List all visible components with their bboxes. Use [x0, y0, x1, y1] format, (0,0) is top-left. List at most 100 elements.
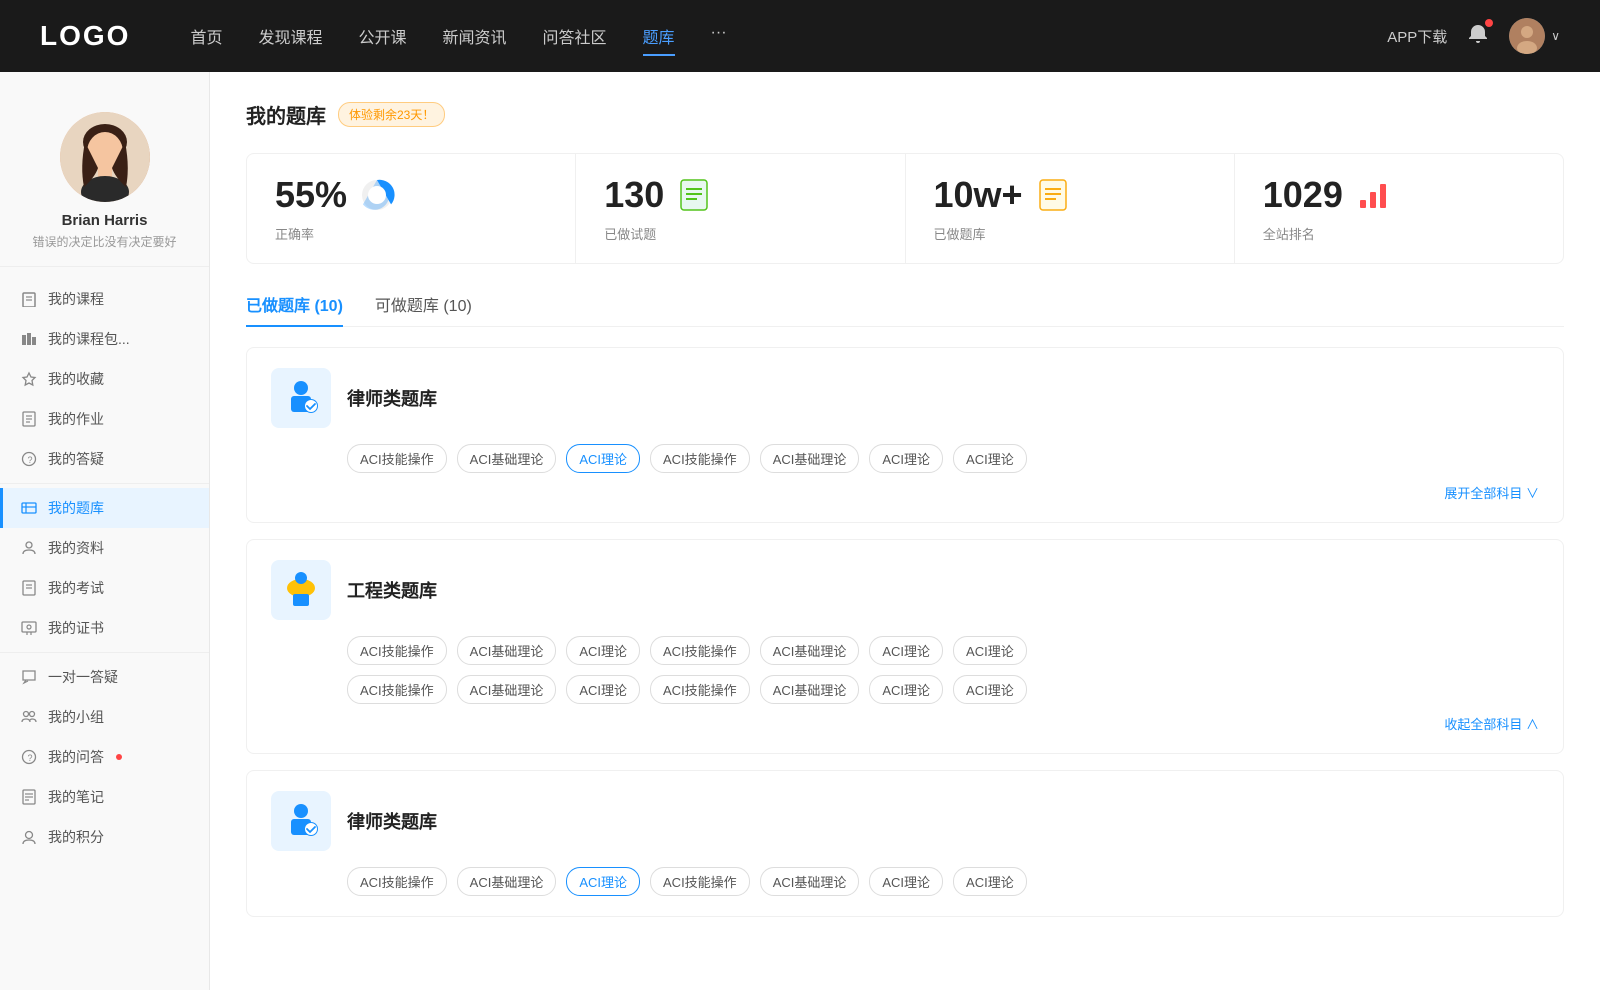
- stat-accuracy-label: 正确率: [275, 224, 547, 243]
- sidebar-item-my-course-package[interactable]: 我的课程包...: [0, 319, 209, 359]
- stat-questions-label: 已做试题: [604, 224, 876, 243]
- bank-tag[interactable]: ACI技能操作: [347, 867, 447, 896]
- qa-icon: ?: [20, 748, 38, 766]
- sidebar-item-my-exam[interactable]: 我的考试: [0, 568, 209, 608]
- notification-bell-icon[interactable]: [1467, 23, 1489, 49]
- bank-tag[interactable]: ACI基础理论: [457, 675, 557, 704]
- sidebar-item-one-on-one[interactable]: 一对一答疑: [0, 657, 209, 697]
- bank-card-lawyer-1: 律师类题库 ACI技能操作 ACI基础理论 ACI理论 ACI技能操作 ACI基…: [246, 347, 1564, 523]
- bank-tag[interactable]: ACI技能操作: [347, 444, 447, 473]
- bank-tag-active[interactable]: ACI理论: [566, 444, 640, 473]
- bank-tag[interactable]: ACI理论: [953, 444, 1027, 473]
- nav-discover[interactable]: 发现课程: [258, 20, 322, 52]
- collapse-button[interactable]: 收起全部科目 ∧: [271, 714, 1539, 733]
- sidebar-label: 我的证书: [48, 618, 104, 638]
- sidebar-label: 我的笔记: [48, 787, 104, 807]
- bank-tag[interactable]: ACI理论: [953, 675, 1027, 704]
- sidebar-item-my-qa[interactable]: ? 我的问答: [0, 737, 209, 777]
- sidebar-label: 我的答疑: [48, 449, 104, 469]
- svg-text:?: ?: [28, 753, 33, 763]
- bank-tag[interactable]: ACI技能操作: [650, 867, 750, 896]
- tab-done-banks[interactable]: 已做题库 (10): [246, 292, 343, 326]
- bank-tag[interactable]: ACI基础理论: [760, 444, 860, 473]
- sidebar-item-my-bank[interactable]: 我的题库: [0, 488, 209, 528]
- course-icon: [20, 290, 38, 308]
- sidebar-label: 我的作业: [48, 409, 104, 429]
- sidebar-label: 我的积分: [48, 827, 104, 847]
- header: LOGO 首页 发现课程 公开课 新闻资讯 问答社区 题库 ··· APP下载 …: [0, 0, 1600, 72]
- tab-available-banks[interactable]: 可做题库 (10): [375, 292, 472, 326]
- bank-tag[interactable]: ACI理论: [869, 675, 943, 704]
- profile-name: Brian Harris: [62, 212, 148, 229]
- bank-tag-active[interactable]: ACI理论: [566, 867, 640, 896]
- tabs-row: 已做题库 (10) 可做题库 (10): [246, 292, 1564, 327]
- expand-button[interactable]: 展开全部科目 ∨: [271, 483, 1539, 502]
- user-menu[interactable]: ∨: [1509, 18, 1560, 54]
- bank-tag[interactable]: ACI基础理论: [457, 444, 557, 473]
- nav-more[interactable]: ···: [711, 20, 727, 52]
- question-icon: ?: [20, 450, 38, 468]
- svg-text:?: ?: [28, 455, 33, 465]
- profile-icon: [20, 539, 38, 557]
- main-layout: Brian Harris 错误的决定比没有决定要好 我的课程 我的课程包...: [0, 72, 1600, 990]
- sidebar-item-my-collection[interactable]: 我的收藏: [0, 359, 209, 399]
- note-green-icon: [676, 177, 712, 213]
- bank-tag[interactable]: ACI基础理论: [760, 675, 860, 704]
- sidebar-label: 我的收藏: [48, 369, 104, 389]
- sidebar-item-my-course[interactable]: 我的课程: [0, 279, 209, 319]
- bank-tags-row: ACI技能操作 ACI基础理论 ACI理论 ACI技能操作 ACI基础理论 AC…: [271, 867, 1539, 896]
- notes-icon: [20, 788, 38, 806]
- app-download-button[interactable]: APP下载: [1387, 26, 1447, 47]
- bank-tag[interactable]: ACI理论: [566, 636, 640, 665]
- star-icon: [20, 370, 38, 388]
- header-right: APP下载 ∨: [1387, 18, 1560, 54]
- logo: LOGO: [40, 20, 130, 52]
- bank-tag[interactable]: ACI理论: [953, 636, 1027, 665]
- nav-question-bank[interactable]: 题库: [643, 20, 675, 52]
- sidebar-item-my-profile[interactable]: 我的资料: [0, 528, 209, 568]
- sidebar-item-my-notes[interactable]: 我的笔记: [0, 777, 209, 817]
- group-icon: [20, 708, 38, 726]
- bank-tag[interactable]: ACI基础理论: [457, 636, 557, 665]
- dropdown-arrow-icon: ∨: [1551, 29, 1560, 43]
- sidebar-item-my-homework[interactable]: 我的作业: [0, 399, 209, 439]
- bank-tag[interactable]: ACI理论: [869, 867, 943, 896]
- bank-tag[interactable]: ACI技能操作: [650, 636, 750, 665]
- bank-card-header: 律师类题库: [271, 791, 1539, 851]
- bank-tag[interactable]: ACI技能操作: [650, 675, 750, 704]
- sidebar-item-my-questions[interactable]: ? 我的答疑: [0, 439, 209, 479]
- page-header: 我的题库 体验剩余23天！: [246, 100, 1564, 129]
- bank-tag[interactable]: ACI基础理论: [760, 636, 860, 665]
- bank-tag[interactable]: ACI基础理论: [457, 867, 557, 896]
- notification-badge: [1485, 19, 1493, 27]
- stat-ranking-label: 全站排名: [1263, 224, 1535, 243]
- cert-icon: [20, 619, 38, 637]
- bar-chart-red-icon: [1355, 177, 1391, 213]
- bank-tag[interactable]: ACI理论: [869, 636, 943, 665]
- sidebar-label: 我的课程: [48, 289, 104, 309]
- bank-tag[interactable]: ACI基础理论: [760, 867, 860, 896]
- bank-tag[interactable]: ACI理论: [566, 675, 640, 704]
- stat-questions-done: 130 已做试题: [576, 154, 905, 263]
- nav-open-course[interactable]: 公开课: [358, 20, 406, 52]
- exam-icon: [20, 579, 38, 597]
- bank-tag[interactable]: ACI理论: [869, 444, 943, 473]
- bank-tag[interactable]: ACI技能操作: [650, 444, 750, 473]
- bank-card-engineer: 工程类题库 ACI技能操作 ACI基础理论 ACI理论 ACI技能操作 ACI基…: [246, 539, 1564, 754]
- sidebar-item-my-cert[interactable]: 我的证书: [0, 608, 209, 648]
- sidebar-item-my-points[interactable]: 我的积分: [0, 817, 209, 857]
- bank-tags-row-2: ACI技能操作 ACI基础理论 ACI理论 ACI技能操作 ACI基础理论 AC…: [271, 675, 1539, 704]
- nav-qa[interactable]: 问答社区: [543, 20, 607, 52]
- bank-card-header: 律师类题库: [271, 368, 1539, 428]
- sidebar-item-my-group[interactable]: 我的小组: [0, 697, 209, 737]
- bank-tag[interactable]: ACI技能操作: [347, 675, 447, 704]
- stat-accuracy: 55% 正确率: [247, 154, 576, 263]
- bank-tag[interactable]: ACI技能操作: [347, 636, 447, 665]
- nav-home[interactable]: 首页: [190, 20, 222, 52]
- nav-news[interactable]: 新闻资讯: [443, 20, 507, 52]
- sidebar-label: 我的问答: [48, 747, 104, 767]
- bank-tag[interactable]: ACI理论: [953, 867, 1027, 896]
- course-package-icon: [20, 330, 38, 348]
- bank-tags-row: ACI技能操作 ACI基础理论 ACI理论 ACI技能操作 ACI基础理论 AC…: [271, 444, 1539, 473]
- bank-icon: [20, 499, 38, 517]
